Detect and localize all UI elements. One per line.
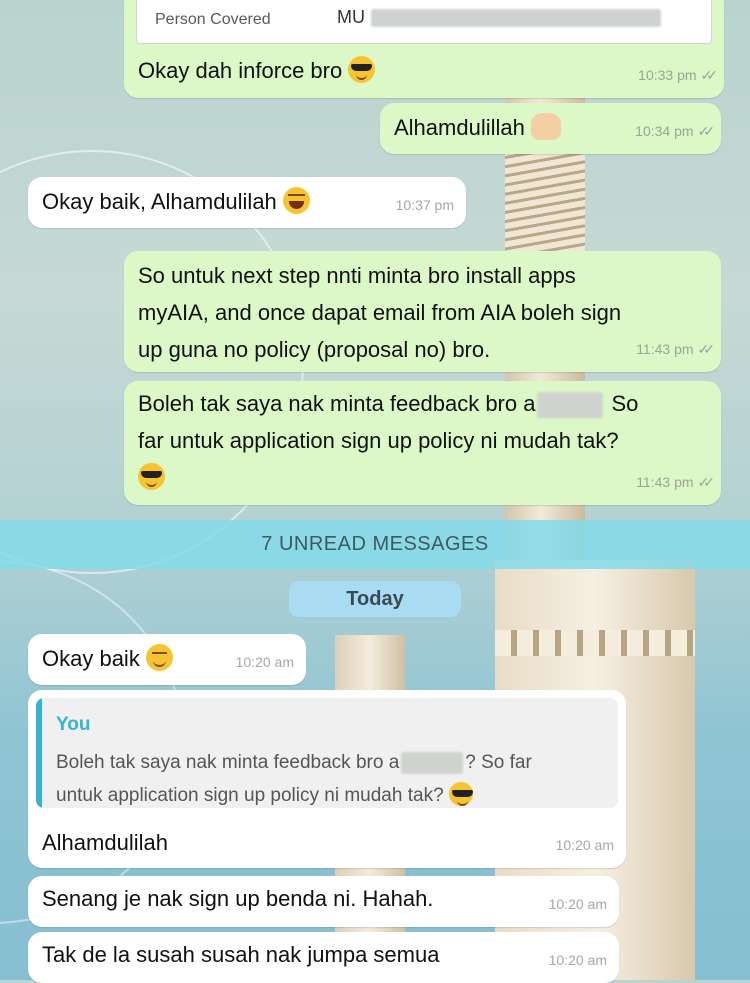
message-time: 10:20 am bbox=[548, 952, 607, 968]
raised-hands-emoji bbox=[530, 113, 561, 140]
card-value: MU bbox=[337, 0, 661, 36]
quote-bar bbox=[36, 698, 42, 808]
quoted-message[interactable]: You Boleh tak saya nak minta feedback br… bbox=[36, 698, 618, 808]
message-time: 10:34 pm ✓✓ bbox=[635, 113, 716, 150]
message-time: 10:37 pm bbox=[395, 197, 454, 213]
quote-line: untuk application sign up policy ni muda… bbox=[56, 782, 473, 808]
date-chip: Today bbox=[289, 581, 461, 617]
message-text: Okay dah inforce bro bbox=[124, 52, 376, 89]
message-time: 11:43 pm ✓✓ bbox=[636, 464, 716, 501]
message-bubble[interactable]: Okay baik, Alhamdulilah 10:37 pm bbox=[28, 177, 466, 228]
card-label: Person Covered bbox=[155, 11, 271, 28]
message-line bbox=[124, 459, 721, 496]
message-bubble-policy-card[interactable]: Person Covered MU Okay dah inforce bro 1… bbox=[124, 0, 724, 98]
message-bubble[interactable]: Boleh tak saya nak minta feedback bro aS… bbox=[124, 381, 721, 505]
message-time: 10:33 pm ✓✓ bbox=[638, 57, 719, 94]
read-ticks-icon: ✓✓ bbox=[697, 341, 716, 357]
message-line: Boleh tak saya nak minta feedback bro aS… bbox=[124, 381, 721, 422]
message-bubble[interactable]: Tak de la susah susah nak jumpa semua 10… bbox=[28, 932, 619, 983]
message-time: 10:20 am bbox=[555, 837, 614, 853]
read-ticks-icon: ✓✓ bbox=[697, 474, 716, 490]
quote-author: You bbox=[56, 714, 91, 735]
message-bubble-reply[interactable]: You Boleh tak saya nak minta feedback br… bbox=[28, 690, 626, 868]
read-ticks-icon: ✓✓ bbox=[700, 67, 719, 83]
cool-emoji bbox=[138, 463, 165, 490]
smile-emoji bbox=[145, 644, 173, 671]
laugh-emoji bbox=[282, 187, 310, 214]
message-text: Tak de la susah susah nak jumpa semua bbox=[42, 942, 440, 967]
cool-emoji bbox=[448, 782, 473, 806]
quote-line: Boleh tak saya nak minta feedback bro a?… bbox=[56, 751, 532, 774]
unread-messages-banner: 7 UNREAD MESSAGES bbox=[0, 520, 750, 569]
message-text: Alhamdulilah bbox=[42, 830, 168, 855]
message-line: up guna no policy (proposal no) bro. bbox=[138, 337, 491, 362]
message-bubble[interactable]: Okay baik 10:20 am bbox=[28, 634, 306, 685]
message-bubble[interactable]: Senang je nak sign up benda ni. Hahah. 1… bbox=[28, 876, 619, 927]
message-bubble[interactable]: Alhamdulillah 10:34 pm ✓✓ bbox=[380, 103, 721, 154]
message-line: So untuk next step nnti minta bro instal… bbox=[138, 263, 576, 288]
message-line: far untuk application sign up policy ni … bbox=[138, 428, 619, 453]
message-line: myAIA, and once dapat email from AIA bol… bbox=[138, 300, 622, 325]
message-time: 11:43 pm ✓✓ bbox=[636, 331, 716, 368]
policy-card: Person Covered MU bbox=[136, 0, 712, 44]
read-ticks-icon: ✓✓ bbox=[697, 123, 716, 139]
message-time: 10:20 am bbox=[235, 654, 294, 670]
message-time: 10:20 am bbox=[548, 896, 607, 912]
message-text: Senang je nak sign up benda ni. Hahah. bbox=[42, 886, 434, 911]
message-bubble[interactable]: So untuk next step nnti minta bro instal… bbox=[124, 251, 721, 372]
cool-emoji bbox=[348, 56, 376, 83]
